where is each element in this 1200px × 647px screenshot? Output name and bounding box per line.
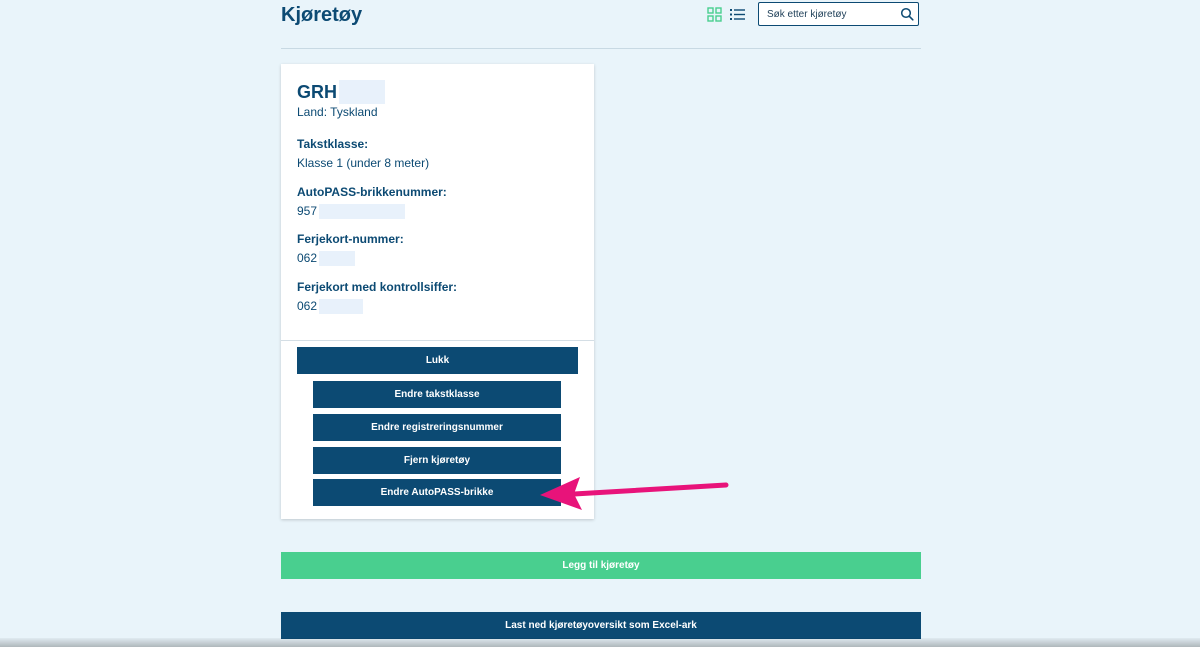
- change-autopass-tag-button[interactable]: Endre AutoPASS-brikke: [313, 479, 561, 506]
- field-label: Ferjekort med kontrollsiffer:: [297, 280, 458, 294]
- grid-icon[interactable]: [707, 7, 722, 22]
- search-box: [758, 2, 919, 26]
- field-value: Klasse 1 (under 8 meter): [297, 155, 429, 171]
- annotation-arrow-icon: [540, 477, 729, 510]
- download-excel-button[interactable]: Last ned kjøretøyoversikt som Excel-ark: [281, 612, 921, 639]
- field-label: Ferjekort-nummer:: [297, 232, 404, 246]
- field-value: 062: [297, 298, 457, 314]
- redacted-area: [319, 298, 364, 314]
- vehicle-card: GRH Land: Tyskland Takstklasse: Klasse 1…: [281, 64, 594, 519]
- remove-vehicle-button[interactable]: Fjern kjøretøy: [313, 447, 561, 474]
- field-value: 062: [297, 250, 404, 266]
- field-autopass-number: AutoPASS-brikkenummer: 957: [297, 184, 447, 219]
- field-value-text: 062: [297, 251, 318, 265]
- field-value-text: Klasse 1 (under 8 meter): [297, 156, 430, 170]
- window-bottom-shadow: [0, 638, 1200, 647]
- redacted-area: [319, 203, 406, 219]
- country: Land: Tyskland: [297, 105, 378, 119]
- registration-number: GRH: [297, 82, 337, 102]
- header-divider: [281, 48, 921, 49]
- field-ferry-card-check: Ferjekort med kontrollsiffer: 062: [297, 279, 457, 314]
- field-ferry-card: Ferjekort-nummer: 062: [297, 231, 404, 266]
- field-label: Takstklasse:: [297, 137, 369, 151]
- field-label: AutoPASS-brikkenummer:: [297, 185, 447, 199]
- list-icon[interactable]: [730, 7, 745, 22]
- close-button[interactable]: Lukk: [297, 347, 578, 374]
- change-registration-button[interactable]: Endre registreringsnummer: [313, 414, 561, 441]
- field-value-text: 062: [297, 299, 318, 313]
- field-tariff-class: Takstklasse: Klasse 1 (under 8 meter): [297, 136, 429, 171]
- page-title: Kjøretøy: [281, 4, 363, 26]
- redacted-area: [339, 80, 385, 104]
- field-value: 957: [297, 203, 447, 219]
- add-vehicle-button[interactable]: Legg til kjøretøy: [281, 552, 921, 579]
- field-value-text: 957: [297, 204, 318, 218]
- search-input[interactable]: [759, 3, 894, 25]
- plate-row: GRH: [297, 80, 385, 104]
- change-tariff-class-button[interactable]: Endre takstklasse: [313, 381, 561, 408]
- search-icon[interactable]: [900, 7, 914, 21]
- card-divider: [281, 340, 594, 341]
- redacted-area: [319, 250, 356, 266]
- view-toggle: [707, 7, 745, 22]
